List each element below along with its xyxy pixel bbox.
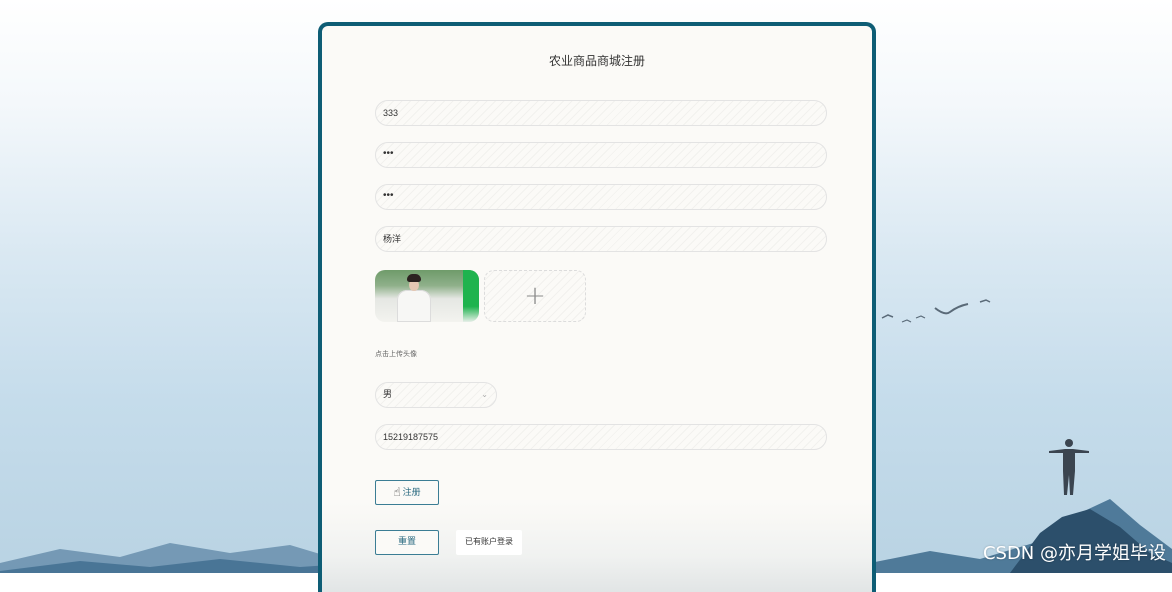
password-input[interactable]: •••	[375, 142, 827, 168]
phone-input[interactable]: 15219187575	[375, 424, 827, 450]
chevron-down-icon: ⌄	[481, 383, 488, 407]
plus-icon: +	[485, 271, 585, 321]
account-input[interactable]: 333	[375, 100, 827, 126]
confirm-password-input[interactable]: •••	[375, 184, 827, 210]
avatar-upload-button[interactable]: +	[484, 270, 586, 322]
standing-person-silhouette	[1045, 437, 1095, 497]
login-link[interactable]: 已有账户登录	[456, 530, 522, 555]
name-input[interactable]: 杨洋	[375, 226, 827, 252]
register-card: 农业商品商城注册 333 ••• ••• 杨洋 + 点击上传头像 男 ⌄ 152…	[318, 22, 876, 592]
avatar-person-body	[397, 290, 431, 322]
reset-button[interactable]: 重置	[375, 530, 439, 555]
upload-hint-label: 点击上传头像	[375, 349, 417, 359]
birds-decoration	[880, 292, 1000, 332]
register-button[interactable]: ☝注册	[375, 480, 439, 505]
gender-selected-value: 男	[383, 390, 392, 400]
avatar-preview[interactable]	[375, 270, 479, 322]
watermark-text: CSDN @亦月学姐毕设	[983, 539, 1166, 565]
register-button-label: 注册	[403, 488, 421, 498]
page-title: 农业商品商城注册	[322, 52, 872, 69]
avatar-person-hair	[407, 274, 421, 282]
avatar-bg-decoration	[463, 270, 479, 322]
gender-select[interactable]: 男 ⌄	[375, 382, 497, 408]
hand-cursor-icon: ☝	[393, 481, 400, 504]
